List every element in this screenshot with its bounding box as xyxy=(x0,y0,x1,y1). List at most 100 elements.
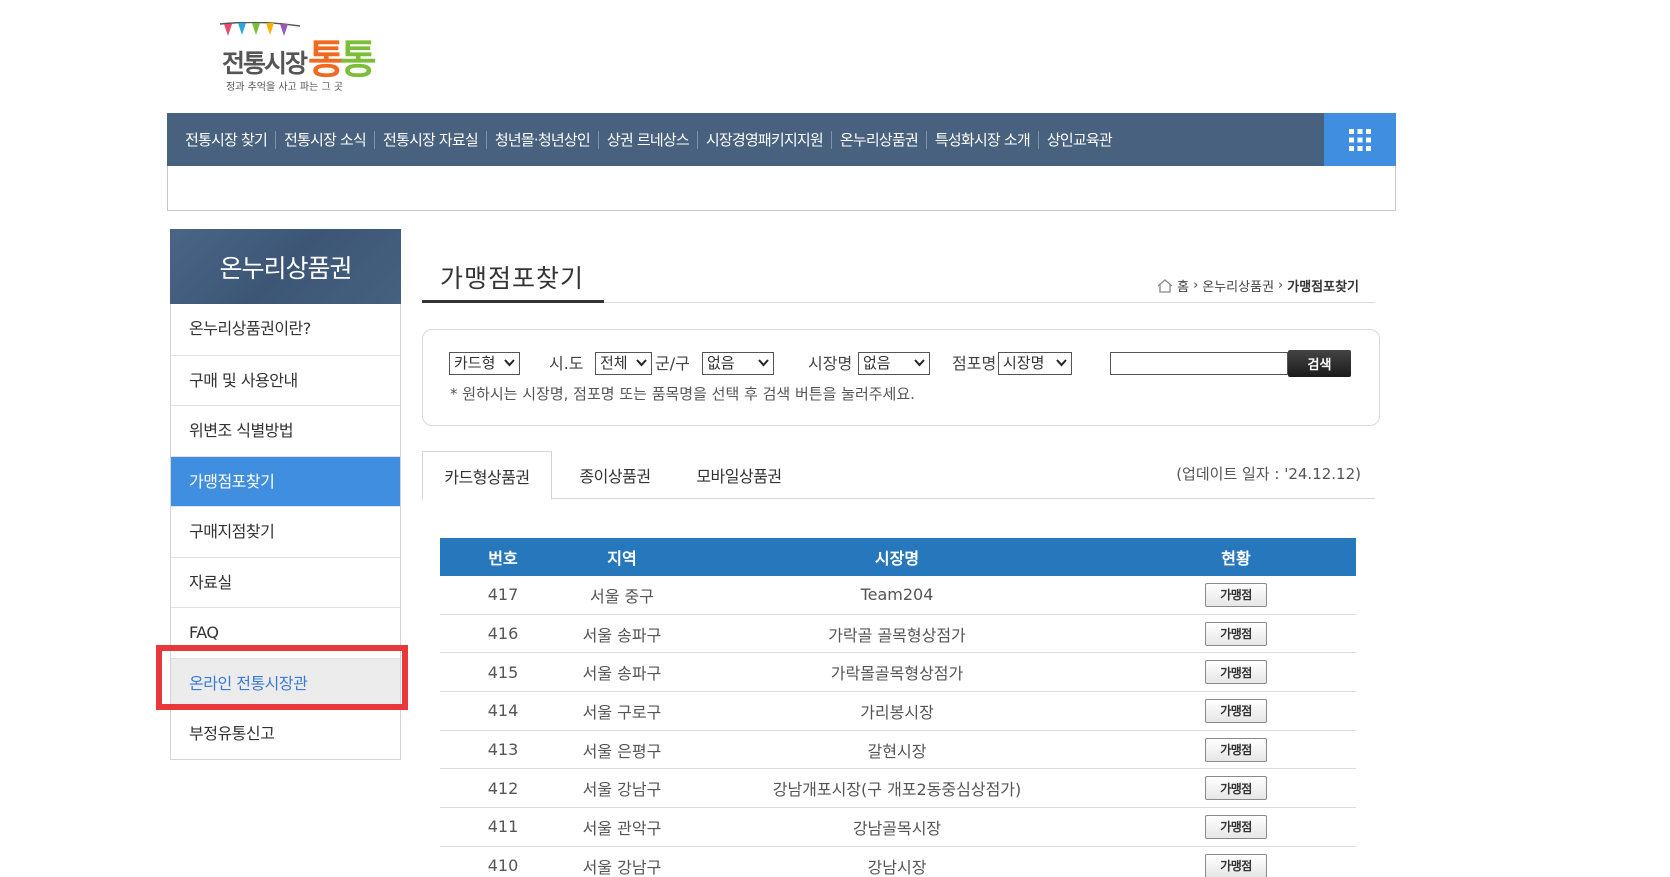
cell-no: 417 xyxy=(487,585,519,605)
store-list-button[interactable]: 가맹점 xyxy=(1205,660,1267,685)
sido-select[interactable]: 전체 xyxy=(595,352,652,375)
cell-status: 가맹점 xyxy=(1116,737,1356,762)
cell-no: 414 xyxy=(487,701,519,721)
store-list-button[interactable]: 가맹점 xyxy=(1205,737,1267,762)
nav-item[interactable]: 전통시장 자료실 xyxy=(373,130,486,149)
update-date: (업데이트 일자 : '24.12.12) xyxy=(1176,465,1361,483)
store-list-button[interactable]: 가맹점 xyxy=(1205,582,1267,607)
store-list-button[interactable]: 가맹점 xyxy=(1205,621,1267,646)
sidebar-item[interactable]: 자료실 xyxy=(171,556,400,608)
header-status: 현황 xyxy=(1221,549,1251,568)
cell-region: 서울 강남구 xyxy=(582,780,662,800)
cell-status: 가맹점 xyxy=(1116,621,1356,646)
cell-no: 412 xyxy=(487,778,519,798)
breadcrumb-home[interactable]: 홈 xyxy=(1177,276,1189,295)
gugun-select[interactable]: 없음 xyxy=(702,352,774,375)
tab-paper-voucher[interactable]: 종이상품권 xyxy=(556,451,674,499)
cell-region: 서울 강남구 xyxy=(582,857,662,877)
header-market: 시장명 xyxy=(874,549,920,568)
store-table: 번호 지역 시장명 현황 417 서울 중구 Team204 가맹점 416 서울 송파구… xyxy=(440,538,1356,877)
type-select[interactable]: 카드형 xyxy=(449,352,520,375)
sidebar-item[interactable]: 온누리상품권이란? xyxy=(171,304,400,355)
nav-item[interactable]: 청년몰·청년상인 xyxy=(485,130,598,149)
cell-market: 갈현시장 xyxy=(867,741,927,761)
table-row: 413 서울 은평구 갈현시장 가맹점 xyxy=(440,731,1356,770)
store-list-button[interactable]: 가맹점 xyxy=(1205,814,1267,839)
sidebar-item[interactable]: 가맹점포찾기 xyxy=(171,455,400,506)
search-input[interactable] xyxy=(1110,352,1288,375)
home-icon[interactable] xyxy=(1157,278,1173,293)
table-row: 416 서울 송파구 가락골 골목형상점가 가맹점 xyxy=(440,615,1356,654)
cell-market: Team204 xyxy=(860,585,934,605)
sub-navigation-bar xyxy=(167,166,1396,211)
all-menu-button[interactable] xyxy=(1324,113,1396,166)
market-label: 시장명 xyxy=(808,354,853,373)
store-label: 점포명 xyxy=(952,354,997,373)
cell-status: 가맹점 xyxy=(1116,853,1356,877)
sidebar-item[interactable]: 위변조 식별방법 xyxy=(171,405,400,456)
cell-no: 415 xyxy=(487,662,519,682)
breadcrumb-section[interactable]: 온누리상품권 xyxy=(1202,276,1274,295)
store-select[interactable]: 시장명 xyxy=(998,352,1072,375)
table-row: 417 서울 중구 Team204 가맹점 xyxy=(440,576,1356,615)
cell-region: 서울 중구 xyxy=(590,586,654,606)
chevron-down-icon xyxy=(636,359,647,367)
cell-market: 강남개포시장(구 개포2동중심상점가) xyxy=(772,780,1022,800)
cell-status: 가맹점 xyxy=(1116,698,1356,723)
sidebar-item[interactable]: 부정유통신고 xyxy=(171,708,400,759)
chevron-down-icon xyxy=(1056,359,1067,367)
tab-mobile-voucher[interactable]: 모바일상품권 xyxy=(674,451,804,499)
header-region: 지역 xyxy=(607,549,637,568)
cell-region: 서울 구로구 xyxy=(582,702,662,722)
grid-icon xyxy=(1349,128,1371,151)
page-title: 가맹점포찾기 xyxy=(440,264,585,293)
store-list-button[interactable]: 가맹점 xyxy=(1205,853,1267,877)
cell-no: 416 xyxy=(487,624,519,644)
cell-no: 411 xyxy=(487,817,519,837)
cell-market: 강남시장 xyxy=(867,857,927,877)
sidebar-item[interactable]: 구매 및 사용안내 xyxy=(171,354,400,406)
nav-item[interactable]: 특성화시장 소개 xyxy=(925,130,1038,149)
nav-item[interactable]: 상인교육관 xyxy=(1037,130,1120,149)
breadcrumb: 홈 › 온누리상품권 › 가맹점포찾기 xyxy=(1157,276,1359,295)
bunting-icon xyxy=(220,22,300,36)
chevron-down-icon xyxy=(504,359,515,367)
table-row: 411 서울 관악구 강남골목시장 가맹점 xyxy=(440,808,1356,847)
table-row: 410 서울 강남구 강남시장 가맹점 xyxy=(440,847,1356,877)
cell-region: 서울 송파구 xyxy=(582,664,662,684)
cell-market: 가락몰골목형상점가 xyxy=(830,664,964,684)
nav-item[interactable]: 전통시장 찾기 xyxy=(185,131,275,149)
site-logo[interactable]: 전통시장 통통 정과 추억을 사고 파는 그 곳 xyxy=(220,22,380,93)
chevron-down-icon xyxy=(914,359,925,367)
title-underline xyxy=(422,300,604,303)
sidebar-title: 온누리상품권 xyxy=(170,229,401,304)
nav-item[interactable]: 상권 르네상스 xyxy=(597,130,697,149)
cell-region: 서울 송파구 xyxy=(582,625,662,645)
cell-market: 가락골 골목형상점가 xyxy=(828,625,966,645)
tab-card-voucher[interactable]: 카드형상품권 xyxy=(422,451,552,500)
cell-status: 가맹점 xyxy=(1116,582,1356,607)
table-row: 412 서울 강남구 강남개포시장(구 개포2동중심상점가) 가맹점 xyxy=(440,769,1356,809)
store-list-button[interactable]: 가맹점 xyxy=(1205,698,1267,723)
nav-item[interactable]: 시장경영패키지지원 xyxy=(696,130,831,149)
nav-item[interactable]: 전통시장 소식 xyxy=(274,130,374,149)
search-panel: 카드형 시.도 전체 군/구 없음 시장명 없음 점포명 시장명 검색 * 원하… xyxy=(422,329,1380,426)
chevron-right-icon: › xyxy=(1278,278,1284,293)
logo-tagline: 정과 추억을 사고 파는 그 곳 xyxy=(226,82,344,93)
chevron-down-icon xyxy=(758,359,769,367)
nav-item[interactable]: 온누리상품권 xyxy=(830,130,926,149)
gugun-label: 군/구 xyxy=(655,354,690,373)
search-button[interactable]: 검색 xyxy=(1288,350,1351,377)
cell-region: 서울 은평구 xyxy=(582,741,662,761)
cell-no: 410 xyxy=(487,856,519,876)
header-no: 번호 xyxy=(488,549,518,568)
market-select[interactable]: 없음 xyxy=(858,352,930,375)
cell-status: 가맹점 xyxy=(1116,776,1356,801)
cell-region: 서울 관악구 xyxy=(582,818,662,838)
breadcrumb-current: 가맹점포찾기 xyxy=(1287,280,1359,295)
sidebar-item[interactable]: 구매지점찾기 xyxy=(171,506,400,557)
table-header: 번호 지역 시장명 현황 xyxy=(440,538,1356,576)
table-row: 414 서울 구로구 가리봉시장 가맹점 xyxy=(440,692,1356,731)
store-list-button[interactable]: 가맹점 xyxy=(1205,776,1267,801)
logo-tong-text: 통통 xyxy=(308,37,377,83)
